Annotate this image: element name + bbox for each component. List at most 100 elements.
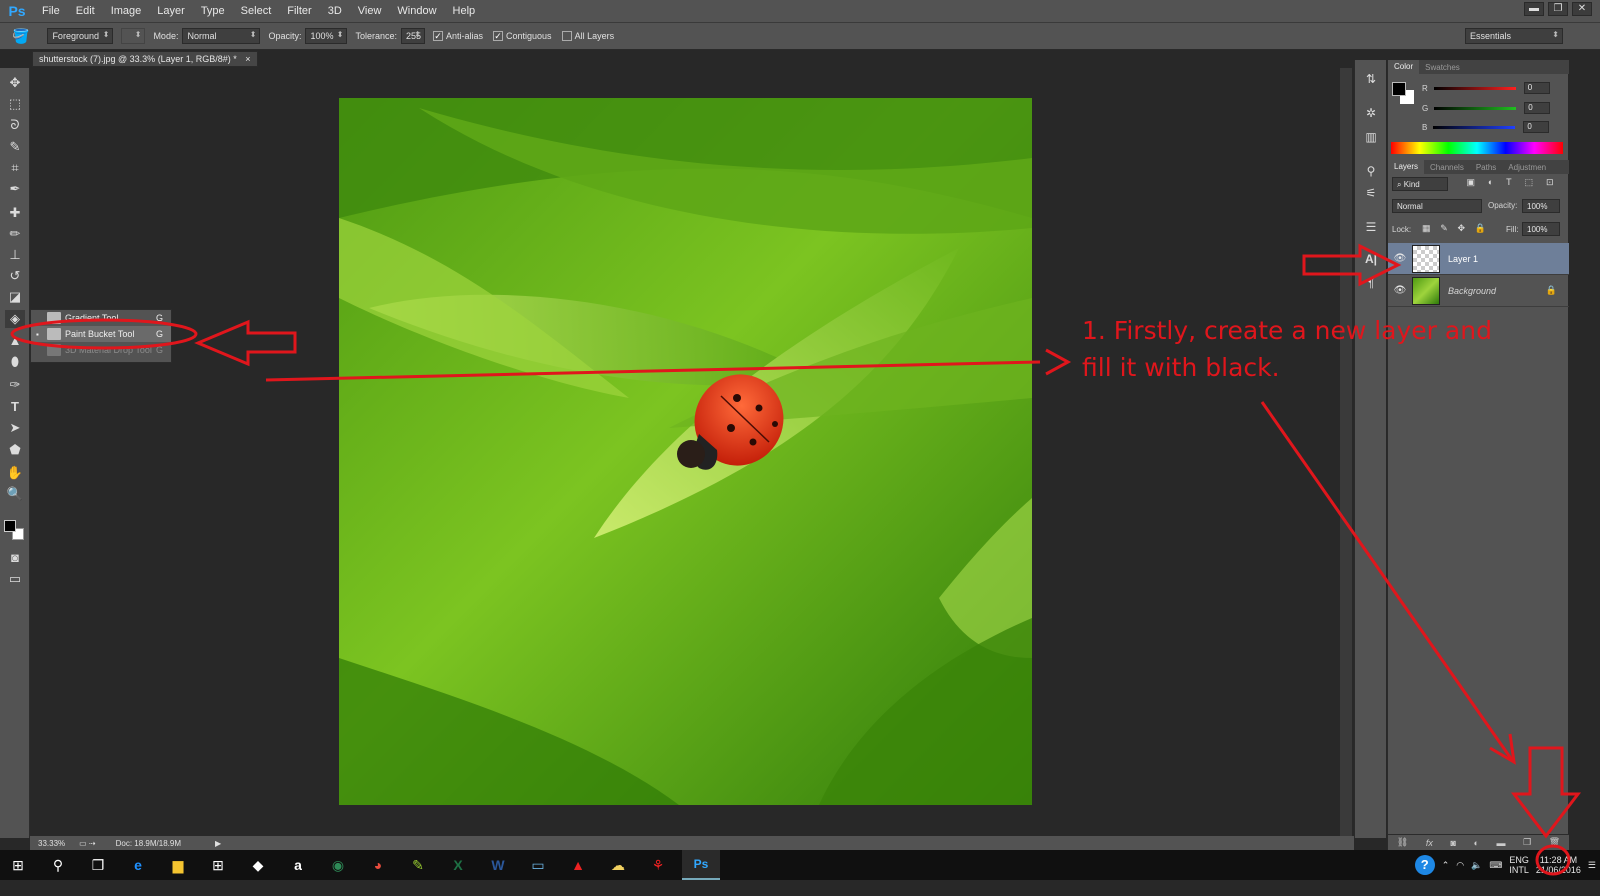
red-value-field[interactable]: 0 [1523, 82, 1550, 94]
crop-tool-icon[interactable]: ⌗ [5, 159, 25, 177]
clock[interactable]: 11:28 AM 21/06/2016 [1536, 855, 1581, 875]
restore-button[interactable]: ❐ [1548, 2, 1568, 16]
dodge-tool-icon[interactable]: ▲ [5, 332, 25, 350]
marquee-tool-icon[interactable]: ⬚ [5, 95, 25, 113]
foreground-color-swatch[interactable] [4, 520, 16, 532]
word-icon[interactable]: W [488, 855, 508, 875]
file-explorer-icon[interactable]: ▆ [168, 855, 188, 875]
green-value-field[interactable]: 0 [1524, 102, 1551, 114]
photoshop-icon[interactable]: Ps [682, 850, 720, 880]
minimize-button[interactable]: ▬ [1524, 2, 1544, 16]
paint-bucket-tool-item[interactable]: ▪ Paint Bucket Tool G [31, 326, 171, 342]
visibility-eye-icon[interactable]: 👁 [1388, 253, 1412, 264]
filter-smart-object-icon[interactable]: ⊡ [1546, 177, 1554, 191]
paint-bucket-tool-icon[interactable]: 🪣 [12, 28, 29, 45]
tool-presets-icon[interactable]: ⚟ [1361, 184, 1381, 202]
pen-tool-icon[interactable]: ✑ [5, 376, 25, 394]
blend-mode-select[interactable]: Normal [1392, 199, 1482, 213]
windows-icon[interactable]: ⊞ [8, 855, 28, 875]
lock-transparency-icon[interactable]: ▦ [1422, 223, 1431, 234]
move-tool-icon[interactable]: ✥ [5, 74, 25, 92]
menu-help[interactable]: Help [445, 5, 484, 17]
filter-adjustment-icon[interactable]: ◐ [1488, 177, 1493, 191]
dropbox-icon[interactable]: ◆ [248, 855, 268, 875]
layer-name[interactable]: Background [1448, 286, 1496, 296]
canvas-scrollbar[interactable] [1340, 68, 1352, 838]
menu-file[interactable]: File [34, 5, 68, 17]
paint-icon[interactable]: ✎ [408, 855, 428, 875]
3d-material-drop-tool-item[interactable]: 3D Material Drop Tool G [31, 342, 171, 358]
red-slider[interactable] [1433, 86, 1516, 90]
keyboard-icon[interactable]: ⌨ [1489, 860, 1502, 871]
new-layer-icon[interactable]: ❐ [1523, 837, 1531, 848]
scanner-icon[interactable]: ▭ [528, 855, 548, 875]
lasso-tool-icon[interactable]: ᘐ [5, 116, 25, 134]
tray-chevron-icon[interactable]: ⌃ [1442, 860, 1450, 871]
history-brush-tool-icon[interactable]: ↺ [5, 267, 25, 285]
menu-window[interactable]: Window [389, 5, 444, 17]
menu-filter[interactable]: Filter [279, 5, 319, 17]
fx-icon[interactable]: fx [1426, 838, 1433, 848]
quick-select-tool-icon[interactable]: ✎ [5, 138, 25, 156]
search-icon[interactable]: ⚲ [48, 855, 68, 875]
blue-slider[interactable] [1433, 125, 1516, 129]
link-icon[interactable]: ⛓ [1397, 837, 1408, 848]
clone-stamp-tool-icon[interactable]: ⊥ [5, 246, 25, 264]
eraser-tool-icon[interactable]: ◪ [5, 288, 25, 306]
menu-image[interactable]: Image [103, 5, 150, 17]
shape-tool-icon[interactable]: ⬟ [5, 441, 25, 459]
amazon-icon[interactable]: a [288, 855, 308, 875]
eyedropper-tool-icon[interactable]: ✒ [5, 180, 25, 198]
properties-panel-icon[interactable]: ☰ [1361, 218, 1381, 236]
pdf-icon[interactable]: ⚘ [648, 855, 668, 875]
lock-all-icon[interactable]: 🔒 [1475, 223, 1486, 234]
edge-icon[interactable]: e [128, 855, 148, 875]
hand-tool-icon[interactable]: ✋ [5, 464, 25, 482]
path-selection-tool-icon[interactable]: ➤ [5, 419, 25, 437]
histogram-panel-icon[interactable]: ▥ [1361, 128, 1381, 146]
store-icon[interactable]: ⊞ [208, 855, 228, 875]
filter-type-icon[interactable]: T [1506, 177, 1512, 191]
tab-adjustments[interactable]: Adjustmen [1502, 163, 1552, 172]
layer-name[interactable]: Layer 1 [1448, 254, 1478, 264]
layer-opacity-field[interactable]: 100% [1522, 199, 1560, 213]
tab-layers[interactable]: Layers [1388, 160, 1425, 174]
healing-brush-tool-icon[interactable]: ✚ [5, 204, 25, 222]
filter-pixel-icon[interactable]: ▣ [1466, 177, 1475, 191]
visibility-eye-icon[interactable]: 👁 [1388, 285, 1412, 296]
close-tab-icon[interactable]: × [245, 54, 250, 64]
workspace-select[interactable]: Essentials [1465, 28, 1563, 44]
green-slider[interactable] [1434, 106, 1517, 110]
zoom-tool-icon[interactable]: 🔍 [5, 485, 25, 503]
fill-field[interactable]: 100% [1522, 222, 1560, 236]
menu-view[interactable]: View [350, 5, 390, 17]
paint-bucket-tool-icon[interactable]: ◈ [5, 310, 25, 328]
paragraph-panel-icon[interactable]: ¶ [1361, 274, 1381, 292]
tab-paths[interactable]: Paths [1470, 163, 1502, 172]
type-tool-icon[interactable]: T [5, 398, 25, 416]
task-view-icon[interactable]: ❐ [88, 855, 108, 875]
zoom-level[interactable]: 33.33% [38, 839, 65, 848]
mask-icon[interactable]: ◙ [1450, 838, 1455, 848]
brush-presets-icon[interactable]: ⚲ [1361, 162, 1381, 180]
contiguous-checkbox[interactable]: ✓ [493, 31, 504, 41]
document-tab[interactable]: shutterstock (7).jpg @ 33.3% (Layer 1, R… [32, 51, 258, 67]
pattern-picker[interactable] [121, 28, 146, 44]
mode-select[interactable]: Normal [182, 28, 261, 44]
screen-mode-icon[interactable]: ▭ [5, 570, 25, 588]
help-icon[interactable]: ? [1414, 855, 1435, 875]
volume-icon[interactable]: 🔈 [1471, 860, 1482, 871]
tolerance-field[interactable]: 255 [401, 28, 425, 44]
antialias-checkbox[interactable]: ✓ [433, 31, 443, 41]
red-slider-row[interactable]: R 0 [1422, 82, 1568, 94]
menu-layer[interactable]: Layer [149, 5, 193, 17]
menu-select[interactable]: Select [233, 5, 280, 17]
color-spectrum-ramp[interactable] [1391, 142, 1563, 154]
layer-filter-select[interactable]: ⌕ Kind [1392, 177, 1448, 191]
menu-3d[interactable]: 3D [320, 5, 350, 17]
onedrive-icon[interactable]: ☁ [608, 855, 628, 875]
close-button[interactable]: ✕ [1572, 2, 1592, 16]
notifications-icon[interactable]: ☰ [1588, 860, 1596, 871]
tab-channels[interactable]: Channels [1424, 163, 1470, 172]
blur-tool-icon[interactable]: ⬮ [5, 353, 25, 371]
